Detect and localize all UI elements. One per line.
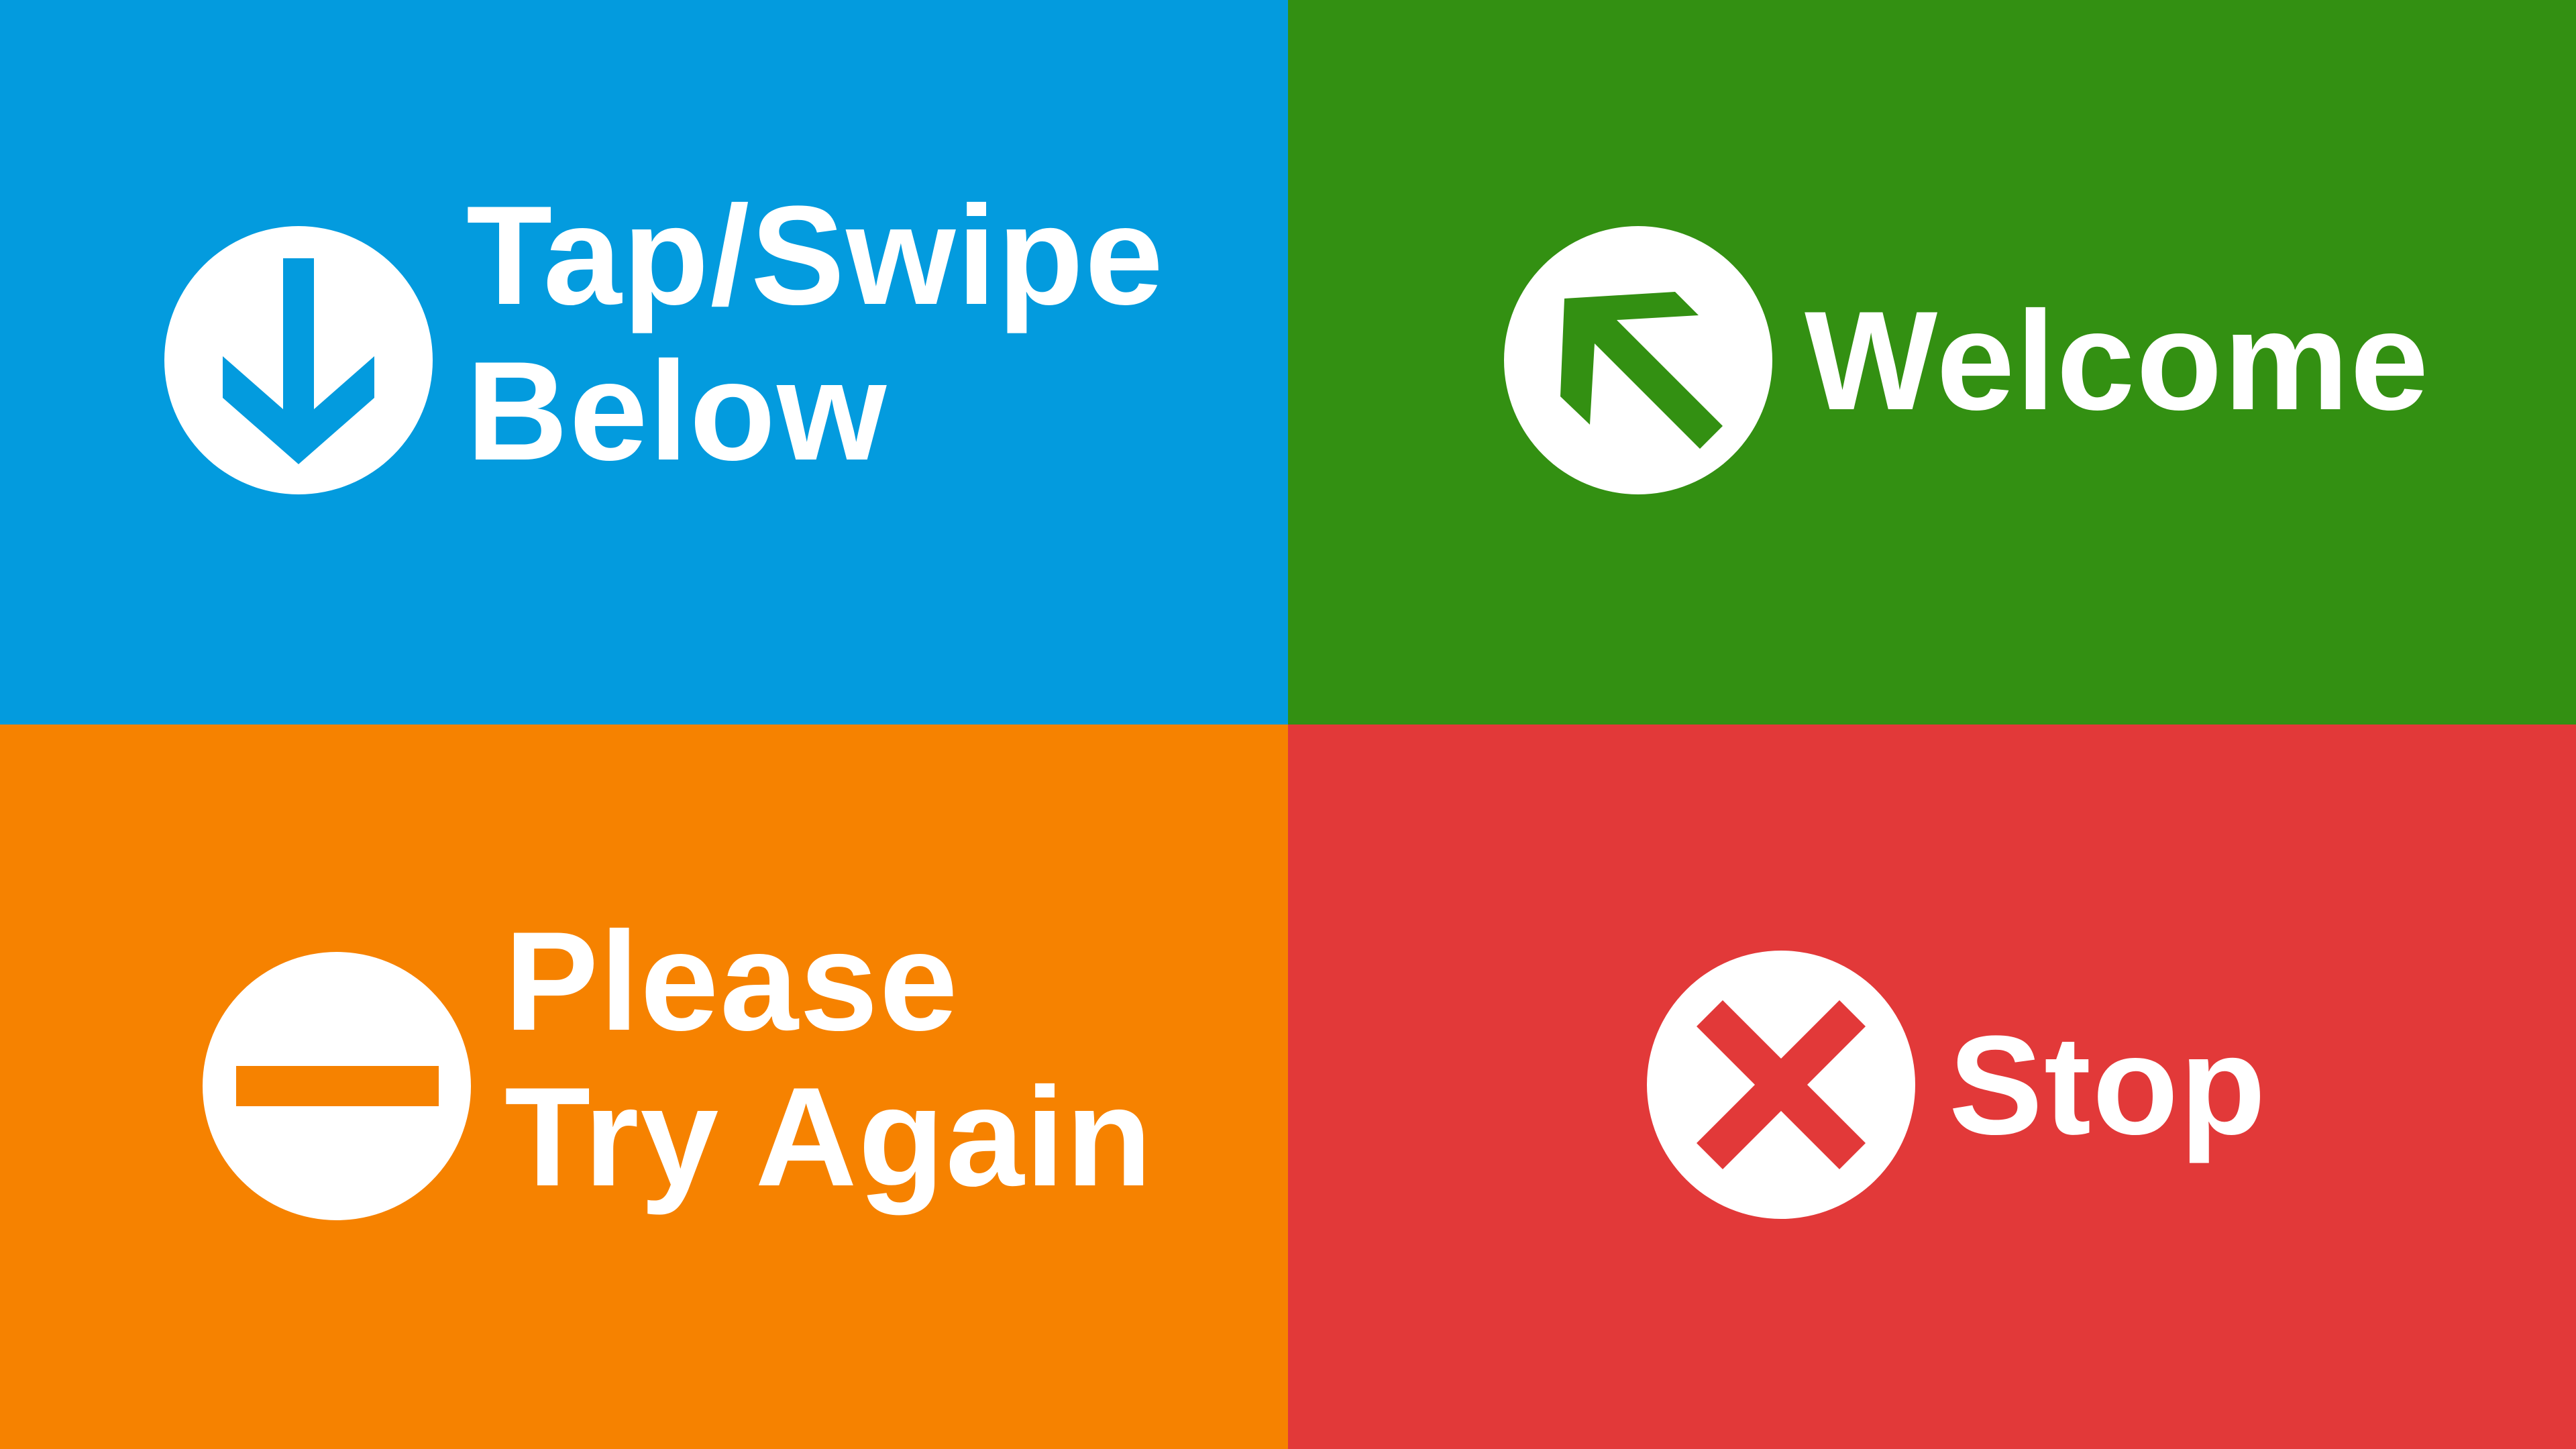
tile-tap-swipe-label: Tap/Swipe Below [466, 178, 1165, 489]
stop-text: Stop [1949, 1006, 2267, 1164]
try-again-text: Try Again [504, 1058, 1154, 1216]
arrow-up-left-circle-icon [1504, 226, 1772, 494]
tile-tap-swipe-below[interactable]: Tap/Swipe Below [0, 0, 1288, 724]
tile-please-try-again[interactable]: Please Try Again [0, 724, 1288, 1449]
tap-swipe-text: Tap/Swipe [466, 176, 1165, 334]
please-text: Please [504, 902, 959, 1060]
tile-welcome[interactable]: Welcome [1288, 0, 2576, 724]
tile-try-again-label: Please Try Again [504, 904, 1153, 1215]
status-grid: Tap/Swipe Below Welcome Please Try Again [0, 0, 2576, 1449]
welcome-text: Welcome [1805, 282, 2430, 439]
tile-stop[interactable]: Stop [1288, 724, 2576, 1449]
tile-stop-label: Stop [1949, 1008, 2267, 1163]
minus-circle-icon [203, 952, 471, 1220]
tile-welcome-label: Welcome [1805, 283, 2430, 439]
x-circle-icon [1647, 951, 1915, 1219]
below-text: Below [466, 332, 888, 490]
arrow-down-circle-icon [164, 226, 433, 494]
